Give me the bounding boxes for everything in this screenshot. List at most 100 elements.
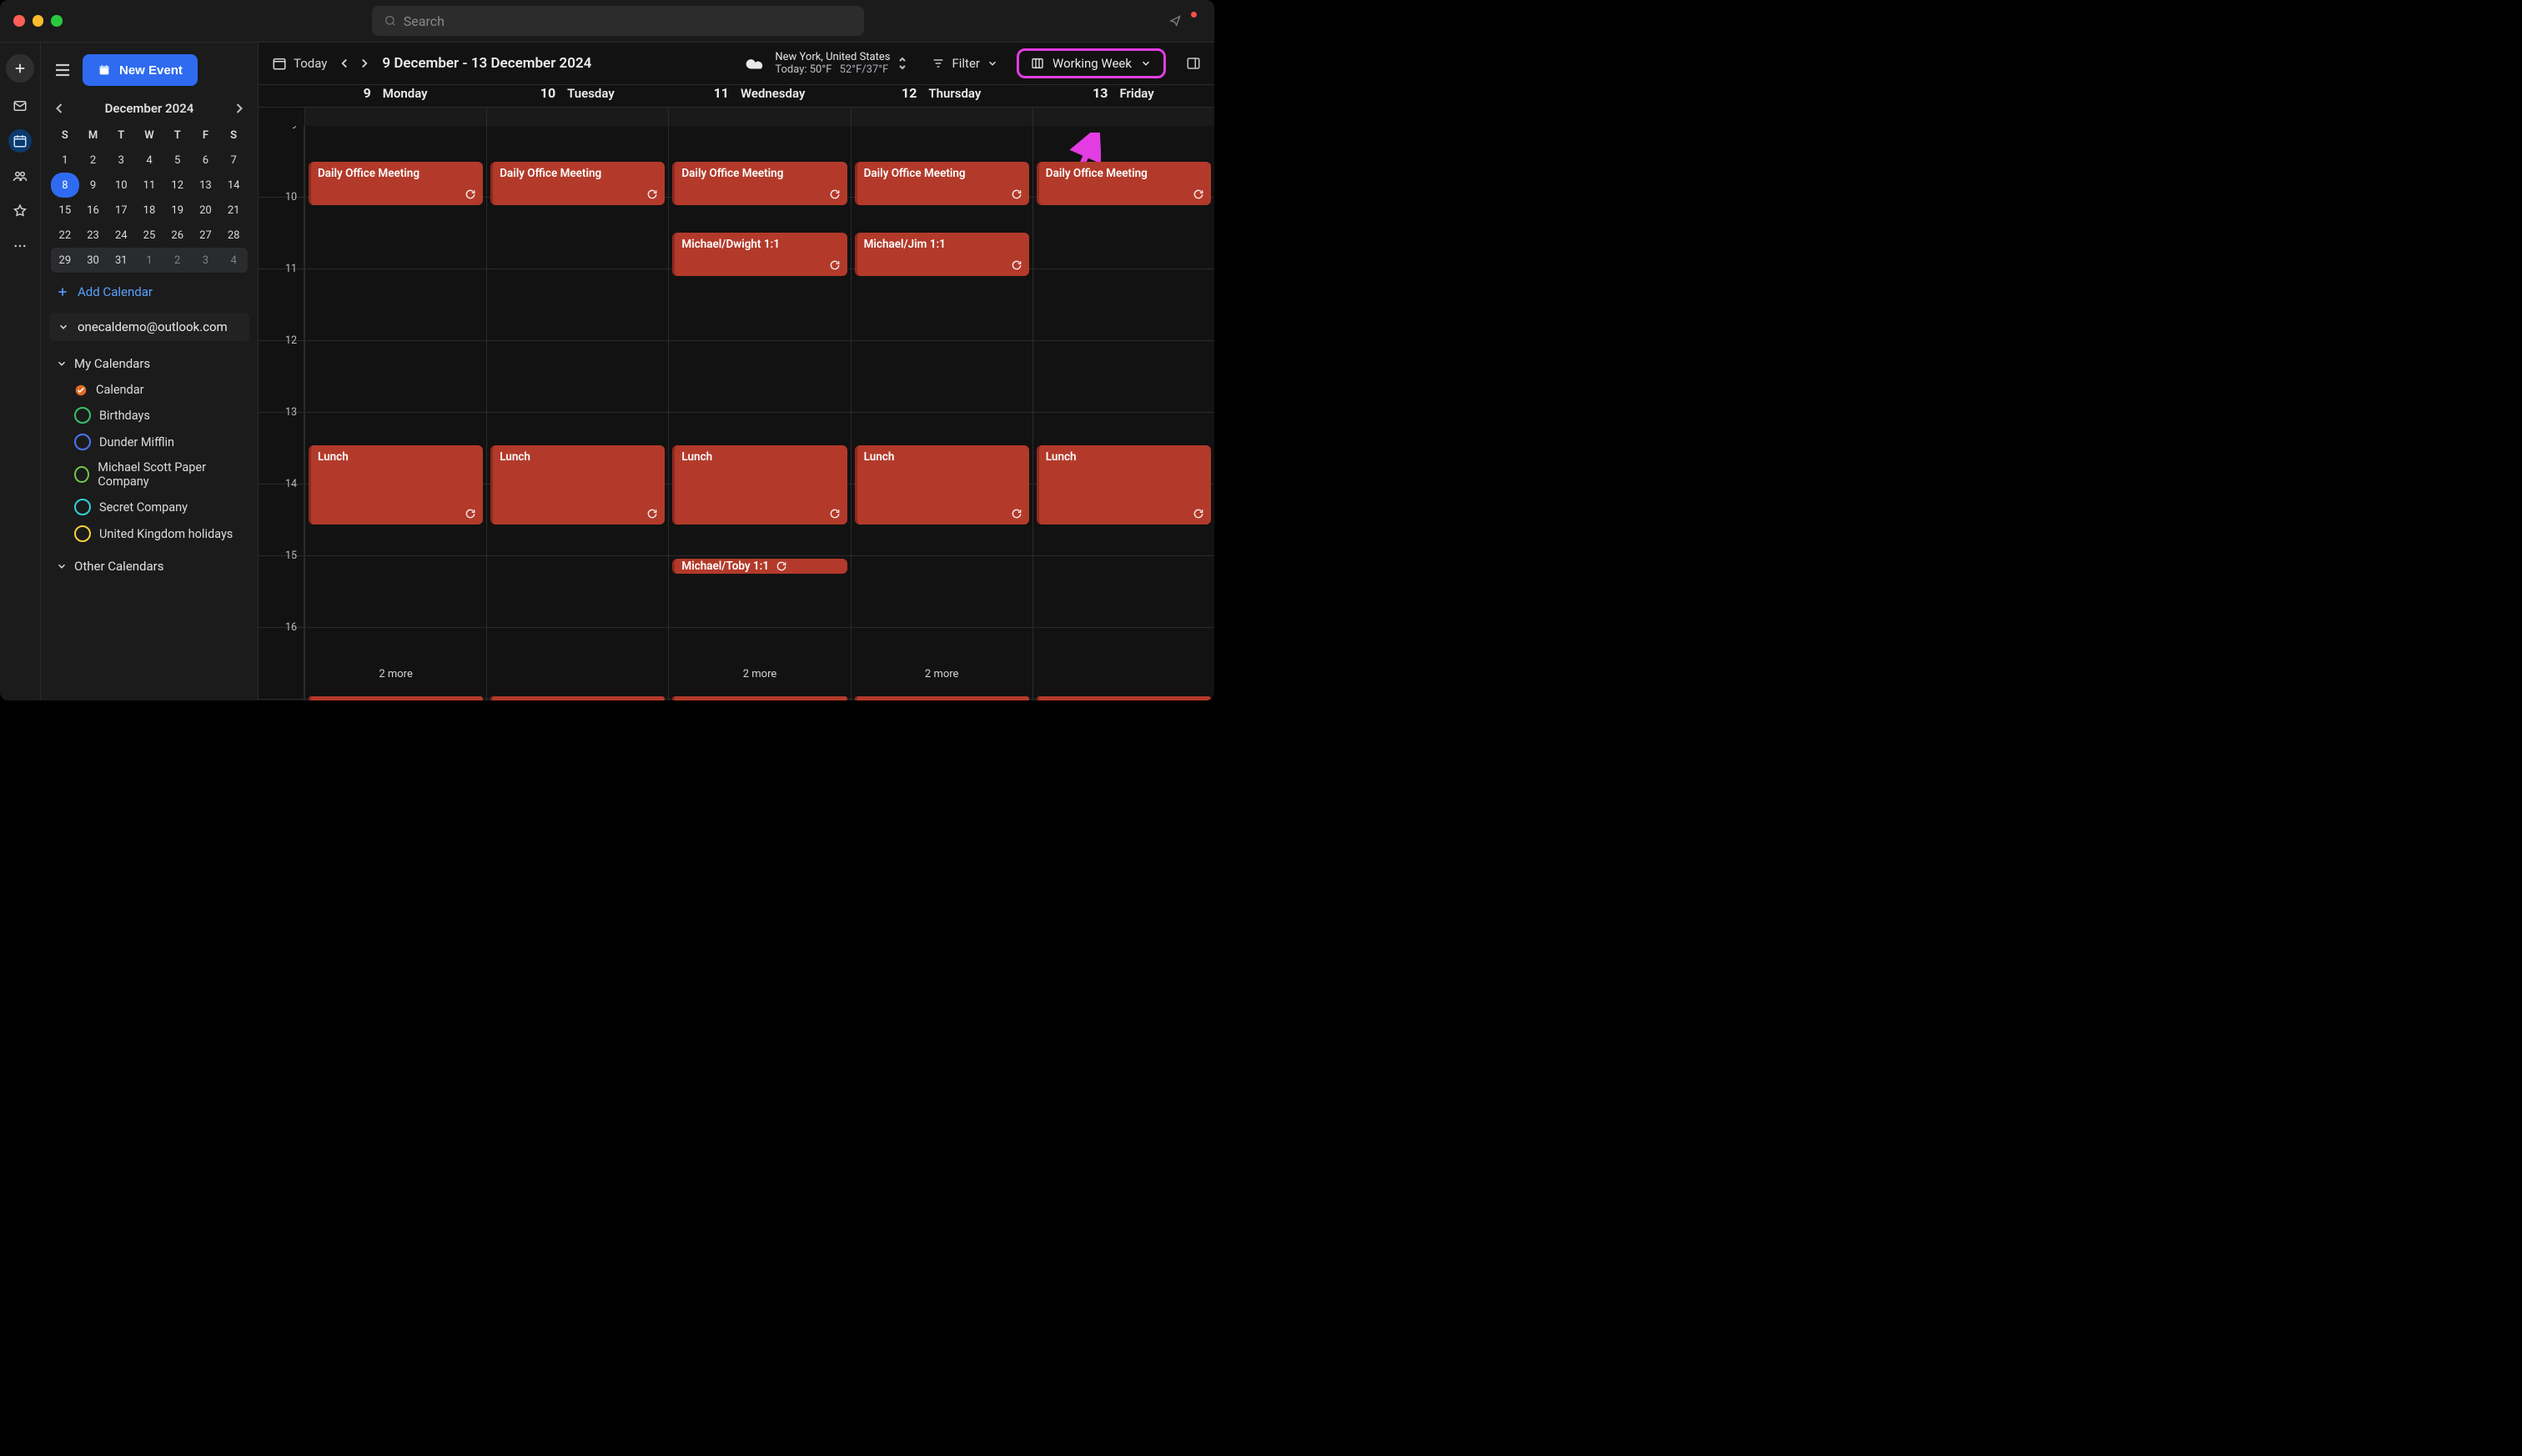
more-events-label[interactable]: 2 more [925,668,959,680]
mini-cal-day[interactable]: 2 [79,148,108,173]
day-column[interactable]: Daily Office MeetingMichael/Jim 1:1Lunch… [851,126,1032,700]
calendar-color-checkbox[interactable] [74,466,89,483]
mini-cal-day[interactable]: 4 [135,148,163,173]
calendar-event[interactable]: Lunch [855,445,1029,525]
mini-cal-day[interactable]: 21 [219,198,248,223]
hour-cell[interactable] [669,341,850,413]
chevron-left-icon[interactable] [51,100,68,117]
day-column[interactable]: Daily Office MeetingLunch [486,126,668,700]
calendar-color-checkbox[interactable] [74,434,91,450]
day-header[interactable]: 13Friday [1032,85,1214,107]
calendar-color-checkbox[interactable] [74,407,91,424]
event-peek[interactable] [855,696,1029,700]
hour-cell[interactable] [487,556,668,628]
hour-cell[interactable] [487,198,668,269]
hour-cell[interactable] [1033,198,1214,269]
fullscreen-window-dot[interactable] [51,15,63,27]
hour-cell[interactable] [487,341,668,413]
mini-cal-day[interactable]: 19 [163,198,192,223]
account-chip[interactable]: onecaldemo@outlook.com [49,313,249,341]
calendar-event[interactable]: Lunch [1037,445,1211,525]
mini-cal-day[interactable]: 31 [107,248,135,273]
mini-cal-day[interactable]: 30 [79,248,108,273]
hour-cell[interactable] [852,341,1032,413]
share-icon[interactable] [1168,13,1183,28]
mini-cal-day[interactable]: 12 [163,173,192,198]
mini-cal-day[interactable]: 28 [219,223,248,248]
calendar-event[interactable]: Lunch [672,445,847,525]
mini-cal-day[interactable]: 15 [51,198,79,223]
mini-cal-day[interactable]: 20 [192,198,220,223]
hour-cell[interactable] [852,269,1032,341]
calendar-event[interactable]: Lunch [490,445,665,525]
hour-cell[interactable] [669,269,850,341]
hour-cell[interactable] [305,341,486,413]
mini-cal-day[interactable]: 22 [51,223,79,248]
hour-cell[interactable] [669,628,850,700]
today-button[interactable]: Today [272,56,327,71]
event-peek[interactable] [672,696,847,700]
calendar-list-item[interactable]: Michael Scott Paper Company [53,455,246,494]
hour-cell[interactable] [487,269,668,341]
event-peek[interactable] [490,696,665,700]
mini-cal-day[interactable]: 25 [135,223,163,248]
mini-cal-day[interactable]: 24 [107,223,135,248]
hamburger-icon[interactable] [53,60,73,80]
minimize-window-dot[interactable] [33,15,44,27]
close-window-dot[interactable] [13,15,25,27]
calendar-list-item[interactable]: Calendar [53,378,246,402]
day-header[interactable]: 9Monday [304,85,486,107]
mini-cal-day[interactable]: 3 [107,148,135,173]
mini-cal-day[interactable]: 26 [163,223,192,248]
chevron-right-icon[interactable] [357,56,372,71]
section-my-calendars[interactable]: My Calendars [53,351,246,376]
mini-cal-day[interactable]: 17 [107,198,135,223]
day-header[interactable]: 12Thursday [851,85,1032,107]
weather-widget[interactable]: New York, United States Today: 50°F 52°F… [745,51,907,76]
calendar-list-item[interactable]: United Kingdom holidays [53,520,246,547]
calendar-color-checkbox[interactable] [74,499,91,515]
section-other-calendars[interactable]: Other Calendars [53,554,246,579]
calendar-event[interactable]: Lunch [309,445,483,525]
day-column[interactable]: Daily Office Meeting Lunch 2 more [304,126,486,700]
day-header[interactable]: 11Wednesday [668,85,850,107]
calendar-list-item[interactable]: Dunder Mifflin [53,429,246,455]
mini-cal-day[interactable]: 9 [79,173,108,198]
chevron-right-icon[interactable] [231,100,248,117]
mini-cal-day[interactable]: 5 [163,148,192,173]
hour-cell[interactable] [305,198,486,269]
mini-cal-day[interactable]: 27 [192,223,220,248]
rail-more[interactable] [8,234,32,258]
hour-cell[interactable] [305,556,486,628]
mini-cal-day[interactable]: 1 [51,148,79,173]
mini-cal-day[interactable]: 3 [192,248,220,273]
hour-cell[interactable] [487,628,668,700]
hour-cell[interactable] [305,628,486,700]
hour-cell[interactable] [1033,341,1214,413]
mini-cal-day[interactable]: 13 [192,173,220,198]
mini-cal-day[interactable]: 8 [51,173,79,198]
mini-cal-day[interactable]: 2 [163,248,192,273]
add-calendar[interactable]: Add Calendar [41,278,258,306]
more-events-label[interactable]: 2 more [379,668,413,680]
compose-button[interactable] [6,54,34,83]
mini-cal-day[interactable]: 23 [79,223,108,248]
calendar-list-item[interactable]: Birthdays [53,402,246,429]
day-column[interactable]: Daily Office MeetingLunch [1032,126,1214,700]
calendar-color-checkbox[interactable] [74,525,91,542]
mini-cal-day[interactable]: 29 [51,248,79,273]
day-column[interactable]: Daily Office MeetingMichael/Dwight 1:1Lu… [668,126,850,700]
rail-people[interactable] [8,164,32,188]
new-event-button[interactable]: New Event [83,54,198,86]
mini-cal-day[interactable]: 7 [219,148,248,173]
hour-cell[interactable] [852,628,1032,700]
rail-calendar[interactable] [8,129,32,153]
hour-cell[interactable] [1033,269,1214,341]
mini-cal-day[interactable]: 16 [79,198,108,223]
allday-cell[interactable] [851,108,1032,126]
rail-mail[interactable] [8,94,32,118]
allday-cell[interactable] [668,108,850,126]
event-peek[interactable] [1037,696,1211,700]
hour-cell[interactable] [1033,628,1214,700]
calendar-event[interactable]: Daily Office Meeting [309,162,483,205]
